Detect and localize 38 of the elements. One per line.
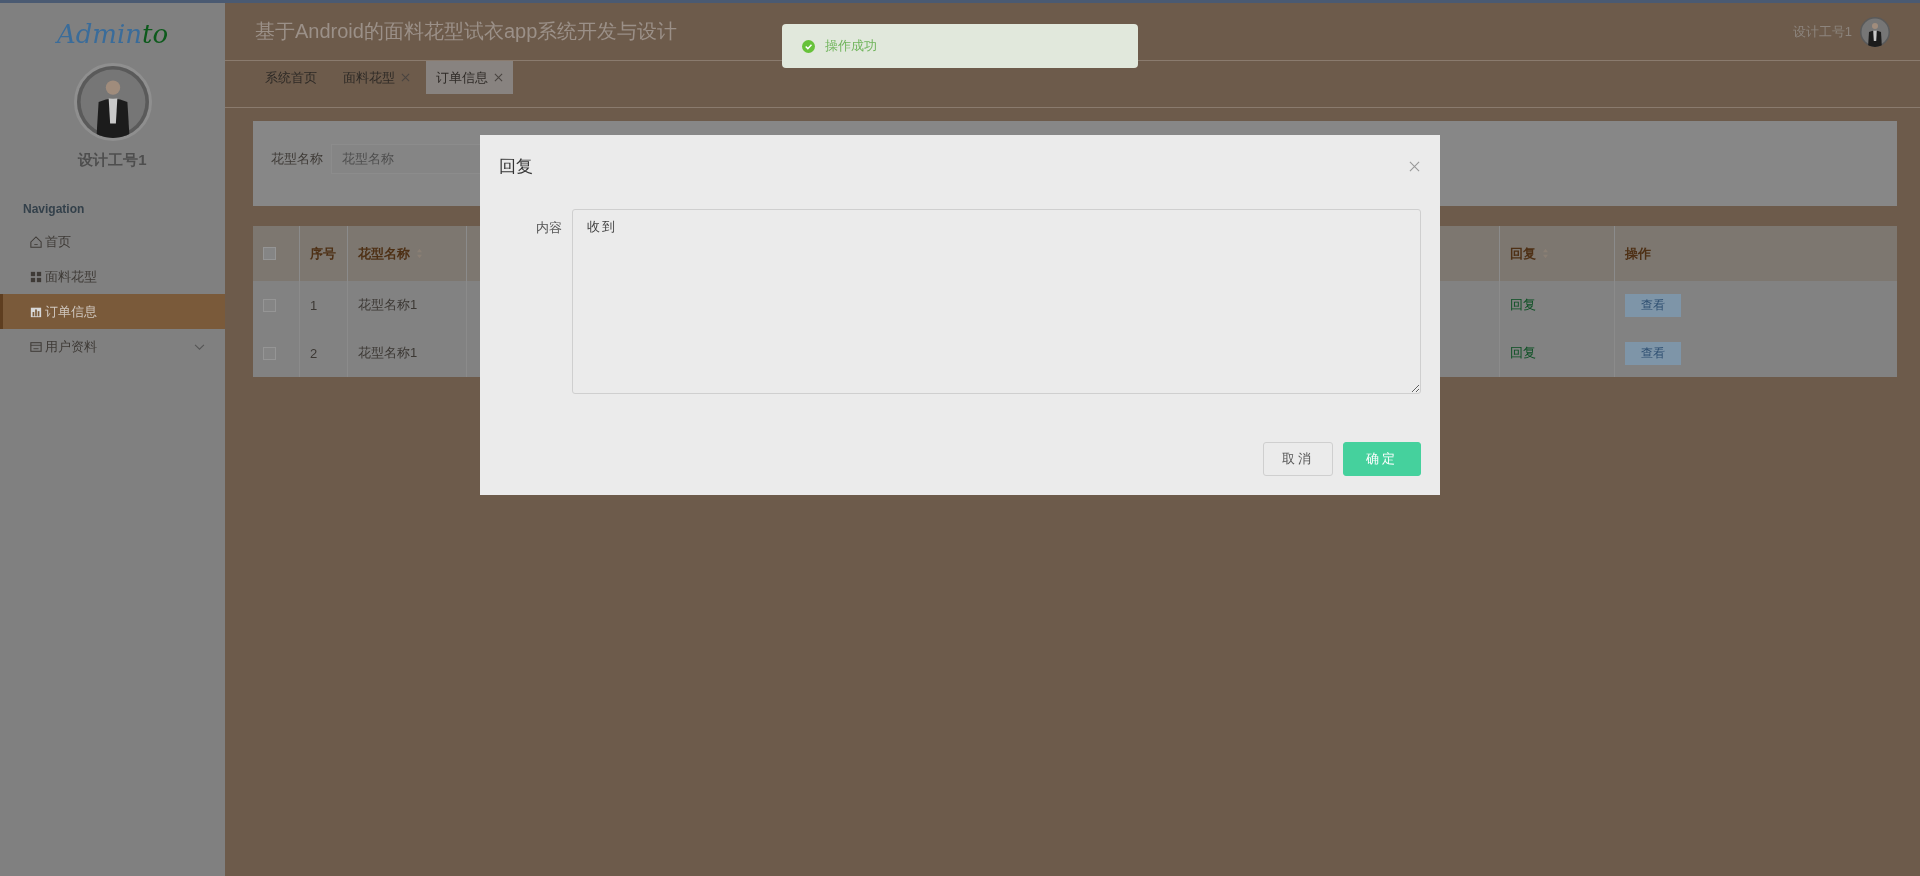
card-icon (30, 340, 42, 353)
table-cell: 花型名称1 (358, 296, 418, 314)
column-header[interactable]: 花型名称 (348, 226, 467, 281)
section-label: Navigation (23, 202, 86, 216)
sidebar-item[interactable]: 订单信息 (0, 294, 225, 329)
sidebar-item[interactable]: 用户资料 (0, 329, 225, 364)
view-button[interactable]: 查看 (1625, 293, 1681, 317)
tab[interactable]: 系统首页 (255, 61, 327, 94)
checkbox[interactable] (263, 247, 276, 260)
close-icon[interactable] (1409, 161, 1420, 172)
house-icon (30, 235, 42, 248)
close-icon[interactable] (401, 73, 410, 82)
cancel-button[interactable]: 取消 (1263, 442, 1333, 476)
bar-chart-icon (30, 305, 42, 318)
field-label: 内容 (536, 219, 562, 237)
dialog-title: 回复 (499, 156, 533, 178)
close-icon[interactable] (494, 73, 503, 82)
table-cell: 1 (310, 297, 318, 313)
table-cell: 花型名称1 (358, 344, 418, 362)
column-header[interactable]: 回复 (1500, 226, 1615, 281)
app-title: 基于Android的面料花型试衣app系统开发与设计 (255, 19, 678, 44)
reply-link[interactable]: 回复 (1510, 344, 1536, 362)
reply-link[interactable]: 回复 (1510, 296, 1536, 314)
column-header[interactable]: 序号 (300, 226, 348, 281)
sidebar-item[interactable]: 面料花型 (0, 259, 225, 294)
sidebar-item[interactable]: 首页 (0, 224, 225, 259)
logo: Adminto (56, 19, 169, 49)
grid-icon (30, 270, 42, 283)
check-icon (802, 39, 815, 53)
tab[interactable]: 面料花型 (333, 61, 420, 94)
reply-textarea[interactable]: 收到 (572, 209, 1421, 394)
table-cell: 2 (310, 345, 318, 361)
confirm-button[interactable]: 确定 (1343, 442, 1421, 476)
tab[interactable]: 订单信息 (426, 61, 513, 94)
column-header[interactable]: 操作 (1615, 226, 1897, 281)
toast-message: 操作成功 (782, 24, 1138, 68)
view-button[interactable]: 查看 (1625, 341, 1681, 365)
field-label: 花型名称 (271, 149, 323, 168)
